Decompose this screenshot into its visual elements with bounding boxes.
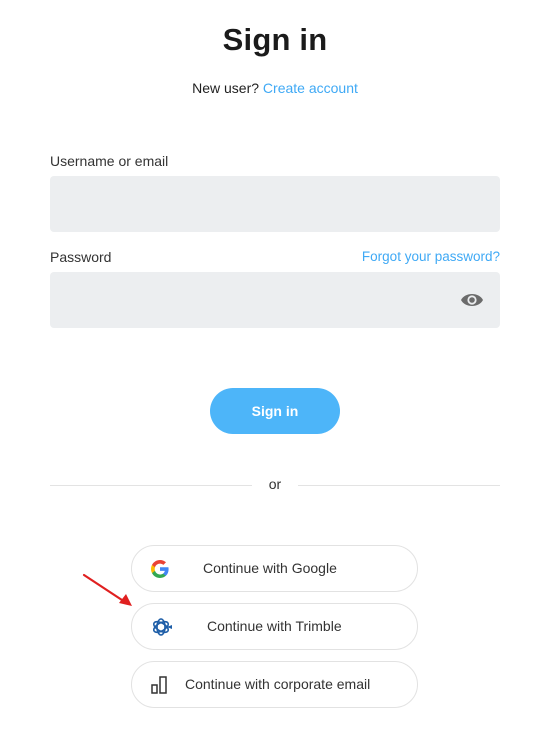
eye-icon[interactable] (460, 290, 484, 310)
new-user-text: New user? (192, 80, 260, 96)
continue-with-corporate-email-button[interactable]: Continue with corporate email (131, 661, 418, 708)
username-input[interactable] (50, 176, 500, 232)
username-label: Username or email (50, 153, 169, 169)
new-user-prompt: New user? Create account (0, 80, 538, 96)
continue-with-google-button[interactable]: Continue with Google (131, 545, 418, 592)
create-account-link[interactable]: Create account (263, 80, 358, 96)
page-title: Sign in (222, 22, 328, 57)
password-label: Password (50, 249, 112, 265)
red-arrow-annotation (82, 573, 132, 606)
trimble-icon (152, 618, 172, 636)
trimble-button-label: Continue with Trimble (207, 618, 342, 634)
sign-in-button[interactable]: Sign in (210, 388, 340, 434)
corporate-email-button-label: Continue with corporate email (185, 676, 371, 692)
continue-with-trimble-button[interactable]: Continue with Trimble (131, 603, 418, 650)
password-input[interactable] (50, 272, 500, 328)
google-icon (151, 560, 169, 578)
google-button-label: Continue with Google (203, 560, 337, 576)
building-icon (151, 676, 167, 694)
forgot-password-link[interactable]: Forgot your password? (362, 249, 500, 264)
divider-line-left (50, 485, 252, 486)
divider-line-right (298, 485, 500, 486)
divider-or-text: or (268, 476, 282, 492)
